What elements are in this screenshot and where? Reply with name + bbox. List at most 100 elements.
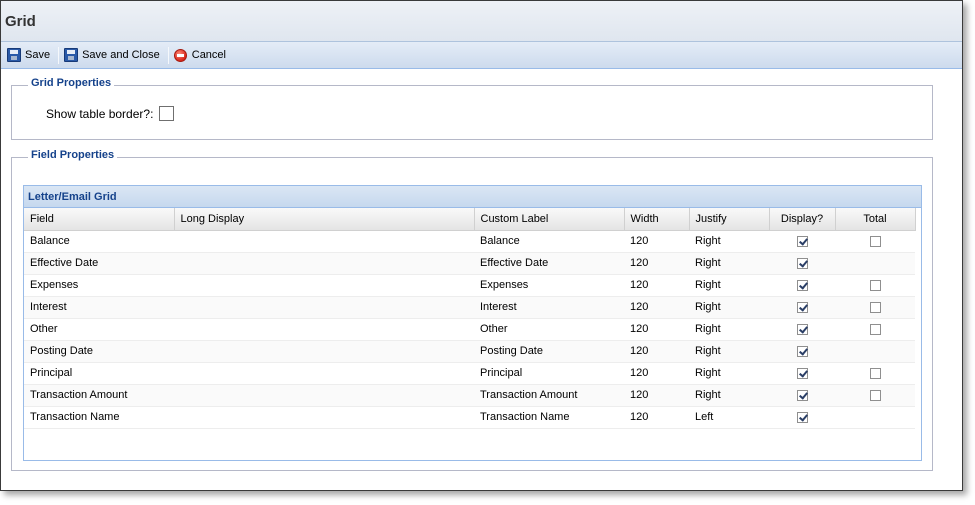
- fields-table: Field Long Display Custom Label Width Ju…: [24, 208, 916, 429]
- save-and-close-button[interactable]: Save and Close: [63, 45, 164, 66]
- long-display-cell[interactable]: [174, 340, 474, 363]
- total-checkbox[interactable]: [869, 279, 881, 291]
- table-row[interactable]: Transaction Name Transaction Name 120 Left: [24, 406, 915, 429]
- justify-cell[interactable]: Right: [689, 296, 769, 319]
- display-checkbox[interactable]: [796, 279, 808, 291]
- column-header-total[interactable]: Total: [835, 208, 916, 231]
- table-row[interactable]: Expenses Expenses 120 Right: [24, 274, 915, 297]
- field-cell[interactable]: Effective Date: [24, 252, 174, 275]
- save-button[interactable]: Save: [6, 45, 54, 66]
- title-bar: Grid: [1, 1, 962, 42]
- table-row[interactable]: Effective Date Effective Date 120 Right: [24, 252, 915, 275]
- justify-cell[interactable]: Left: [689, 406, 769, 429]
- width-cell[interactable]: 120: [624, 296, 689, 319]
- display-cell: [769, 406, 835, 429]
- width-cell[interactable]: 120: [624, 252, 689, 275]
- total-checkbox[interactable]: [869, 323, 881, 335]
- display-checkbox[interactable]: [796, 389, 808, 401]
- display-checkbox[interactable]: [796, 301, 808, 313]
- display-checkbox[interactable]: [796, 367, 808, 379]
- justify-cell[interactable]: Right: [689, 340, 769, 363]
- justify-cell[interactable]: Right: [689, 384, 769, 407]
- long-display-cell[interactable]: [174, 296, 474, 319]
- total-cell: [835, 318, 915, 341]
- grid-properties-legend: Grid Properties: [28, 77, 115, 89]
- custom-label-cell[interactable]: Interest: [474, 296, 624, 319]
- custom-label-cell[interactable]: Expenses: [474, 274, 624, 297]
- custom-label-cell[interactable]: Transaction Name: [474, 406, 624, 429]
- total-checkbox[interactable]: [869, 301, 881, 313]
- display-checkbox[interactable]: [796, 235, 808, 247]
- table-row[interactable]: Principal Principal 120 Right: [24, 362, 915, 385]
- field-cell[interactable]: Transaction Amount: [24, 384, 174, 407]
- custom-label-cell[interactable]: Principal: [474, 362, 624, 385]
- display-checkbox[interactable]: [796, 345, 808, 357]
- column-header-display[interactable]: Display?: [769, 208, 836, 231]
- field-cell[interactable]: Posting Date: [24, 340, 174, 363]
- display-checkbox[interactable]: [796, 411, 808, 423]
- total-cell: [835, 384, 915, 407]
- display-checkbox[interactable]: [796, 323, 808, 335]
- display-checkbox[interactable]: [796, 257, 808, 269]
- long-display-cell[interactable]: [174, 274, 474, 297]
- window-title: Grid: [5, 13, 36, 30]
- table-header-row: Field Long Display Custom Label Width Ju…: [24, 208, 916, 231]
- display-cell: [769, 274, 835, 297]
- show-border-checkbox[interactable]: [159, 106, 175, 121]
- table-row[interactable]: Posting Date Posting Date 120 Right: [24, 340, 915, 363]
- long-display-cell[interactable]: [174, 406, 474, 429]
- column-header-field[interactable]: Field: [24, 208, 175, 231]
- total-cell: [835, 340, 915, 363]
- justify-cell[interactable]: Right: [689, 362, 769, 385]
- total-cell: [835, 252, 915, 275]
- total-checkbox[interactable]: [869, 235, 881, 247]
- custom-label-cell[interactable]: Other: [474, 318, 624, 341]
- cancel-button[interactable]: Cancel: [173, 45, 230, 66]
- total-checkbox[interactable]: [869, 389, 881, 401]
- justify-cell[interactable]: Right: [689, 252, 769, 275]
- width-cell[interactable]: 120: [624, 318, 689, 341]
- width-cell[interactable]: 120: [624, 274, 689, 297]
- custom-label-cell[interactable]: Balance: [474, 230, 624, 253]
- display-cell: [769, 318, 835, 341]
- justify-cell[interactable]: Right: [689, 230, 769, 253]
- field-cell[interactable]: Other: [24, 318, 174, 341]
- long-display-cell[interactable]: [174, 318, 474, 341]
- field-cell[interactable]: Principal: [24, 362, 174, 385]
- table-row[interactable]: Other Other 120 Right: [24, 318, 915, 341]
- custom-label-cell[interactable]: Effective Date: [474, 252, 624, 275]
- column-header-justify[interactable]: Justify: [689, 208, 770, 231]
- width-cell[interactable]: 120: [624, 406, 689, 429]
- table-row[interactable]: Transaction Amount Transaction Amount 120 R…: [24, 384, 915, 407]
- long-display-cell[interactable]: [174, 252, 474, 275]
- field-cell[interactable]: Expenses: [24, 274, 174, 297]
- custom-label-cell[interactable]: Posting Date: [474, 340, 624, 363]
- justify-cell[interactable]: Right: [689, 318, 769, 341]
- field-cell[interactable]: Transaction Name: [24, 406, 174, 429]
- field-cell[interactable]: Balance: [24, 230, 174, 253]
- column-header-width[interactable]: Width: [624, 208, 690, 231]
- justify-cell[interactable]: Right: [689, 274, 769, 297]
- width-cell[interactable]: 120: [624, 384, 689, 407]
- width-cell[interactable]: 120: [624, 340, 689, 363]
- table-row[interactable]: Interest Interest 120 Right: [24, 296, 915, 319]
- custom-label-cell[interactable]: Transaction Amount: [474, 384, 624, 407]
- long-display-cell[interactable]: [174, 362, 474, 385]
- table-row[interactable]: Balance Balance 120 Right: [24, 230, 915, 253]
- long-display-cell[interactable]: [174, 230, 474, 253]
- grid-properties-section: Grid Properties Show table border?:: [11, 77, 933, 140]
- letter-email-grid-panel: Letter/Email Grid Field Long Display Cus…: [23, 185, 922, 461]
- save-disk-icon: [7, 48, 21, 62]
- table-body: Balance Balance 120 Right Effective Date Effe…: [24, 230, 915, 429]
- display-cell: [769, 362, 835, 385]
- total-cell: [835, 406, 915, 429]
- total-cell: [835, 230, 915, 253]
- long-display-cell[interactable]: [174, 384, 474, 407]
- total-checkbox[interactable]: [869, 367, 881, 379]
- field-cell[interactable]: Interest: [24, 296, 174, 319]
- width-cell[interactable]: 120: [624, 362, 689, 385]
- column-header-custom-label[interactable]: Custom Label: [474, 208, 625, 231]
- column-header-long-display[interactable]: Long Display: [174, 208, 475, 231]
- grid-panel-title: Letter/Email Grid: [24, 186, 921, 208]
- width-cell[interactable]: 120: [624, 230, 689, 253]
